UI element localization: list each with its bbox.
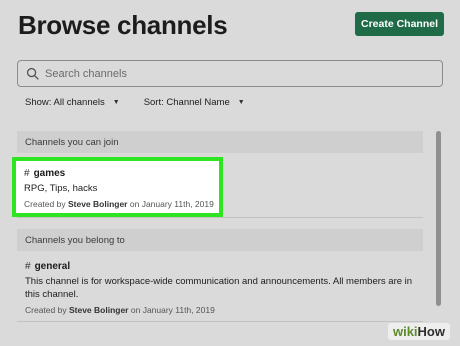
sort-dropdown[interactable]: Sort: Channel Name ▼ (144, 97, 245, 108)
channel-created-info: Created by Steve Bolinger on January 11t… (24, 199, 214, 209)
channel-created-info: Created by Steve Bolinger on January 11t… (25, 305, 215, 315)
channel-description: RPG, Tips, hacks (24, 183, 98, 194)
channel-name: # general (25, 261, 71, 272)
show-filter-label: Show: All channels (25, 97, 105, 108)
section-header-join: Channels you can join (17, 131, 423, 153)
page-title: Browse channels (18, 10, 228, 40)
hash-icon: # (24, 168, 30, 179)
create-channel-button[interactable]: Create Channel (355, 12, 444, 36)
section-header-member: Channels you belong to (17, 229, 423, 251)
scrollbar[interactable] (436, 131, 441, 306)
channel-row-general[interactable]: # general This channel is for workspace-w… (17, 251, 423, 322)
chevron-down-icon: ▼ (237, 99, 245, 106)
search-icon (26, 67, 39, 80)
hash-icon: # (25, 261, 31, 272)
channel-description: This channel is for workspace-wide commu… (25, 276, 413, 300)
channel-row-games[interactable]: # games RPG, Tips, hacks Created by Steve… (12, 157, 223, 217)
channel-name: # games (24, 168, 66, 179)
chevron-down-icon: ▼ (112, 99, 120, 106)
search-input[interactable] (45, 67, 425, 80)
show-filter-dropdown[interactable]: Show: All channels ▼ (25, 97, 120, 108)
filter-bar: Show: All channels ▼ Sort: Channel Name … (25, 97, 245, 108)
search-bar[interactable] (17, 60, 443, 87)
sort-label: Sort: Channel Name (143, 97, 230, 108)
watermark-logo: wikiHow (387, 323, 450, 340)
